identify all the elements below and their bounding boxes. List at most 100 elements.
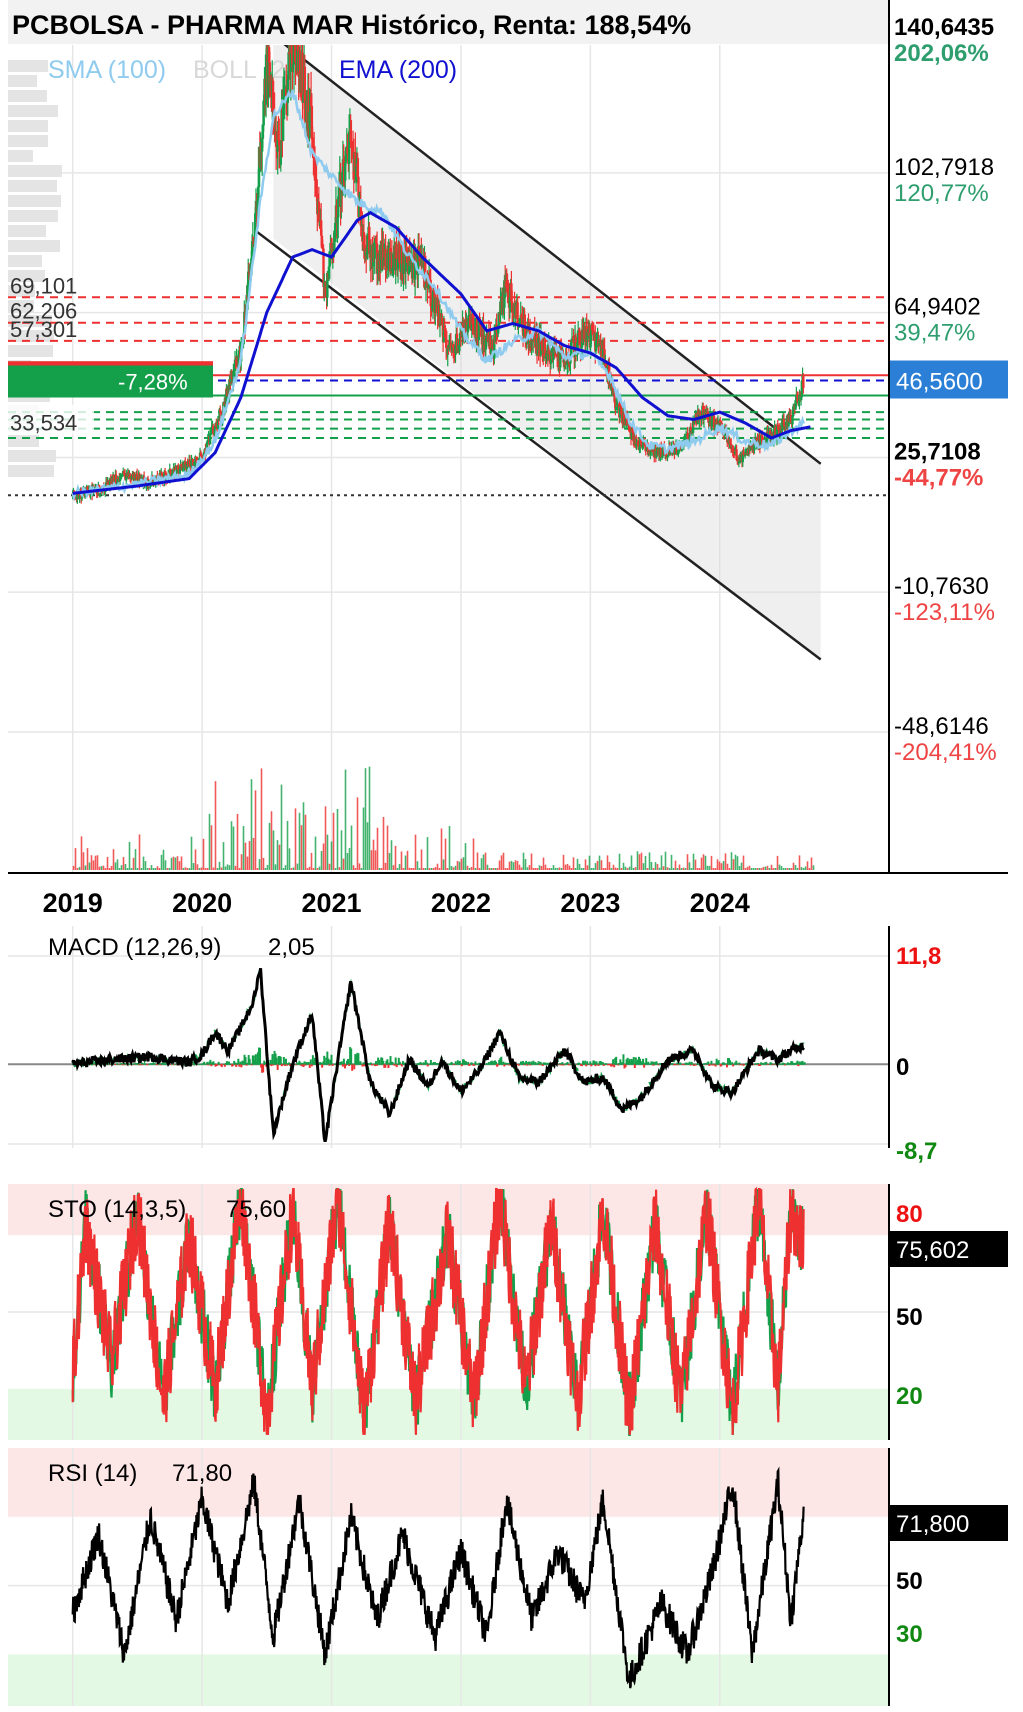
macd-zero-label: 0 [896,1054,909,1081]
volume-bar [186,868,189,870]
candle-body [791,416,794,425]
volume-bar [586,865,589,870]
volume-bar [692,853,695,870]
axis-price-label: -48,6146 [894,713,989,740]
volume-bar [414,834,417,870]
volume-bar [292,867,295,870]
volume-bar [434,867,437,870]
sto-20-label: 20 [896,1383,923,1410]
macd-histogram-bar [321,1064,324,1068]
macd-histogram-bar [276,1064,279,1070]
candle-body [802,375,805,389]
volume-bar [600,860,603,870]
volume-bar [216,868,219,870]
volume-bar [518,864,521,870]
candle-body [271,80,275,112]
volume-bar [396,868,399,870]
macd-histogram-bar [248,1058,251,1065]
volume-bar [430,868,433,870]
volume-bar [92,860,95,870]
volume-bar [752,868,755,870]
volume-bar [756,868,759,870]
volume-bar [446,868,449,870]
volume-bar [322,843,325,870]
volume-bar [744,868,747,870]
volume-bar [736,856,739,870]
macd-histogram-bar [796,1060,799,1065]
volume-bar [438,868,441,870]
volume-bar [342,858,345,870]
volume-bar [558,867,561,870]
volume-bar [188,868,191,870]
sto-value: 75,60 [226,1196,286,1223]
volume-bar [490,868,493,870]
macd-histogram-bar [375,1061,378,1065]
x-tick-label: 2019 [43,888,103,918]
volume-bar [410,868,413,870]
volume-bar [584,859,587,870]
volume-profile-bar [8,345,53,357]
volume-bar [648,852,651,870]
volume-bar [512,862,515,870]
macd-histogram-bar [279,1056,282,1065]
volume-bar [468,868,471,870]
volume-bar [358,863,361,870]
volume-bar [476,852,479,870]
volume-bar [734,854,737,870]
volume-bar [592,868,595,870]
volume-bar [330,841,333,870]
macd-histogram-bar [209,1059,212,1065]
volume-bar [214,781,217,870]
volume-bar [798,855,801,870]
volume-bar [102,865,105,870]
volume-bar [612,864,615,870]
volume-bar [640,852,643,870]
volume-bar [538,865,541,870]
volume-bar [98,866,101,870]
volume-bar [562,854,565,870]
macd-histogram-bar [593,1060,596,1065]
volume-bar [786,868,789,870]
volume-profile-bar [8,135,48,147]
volume-bar [578,863,581,870]
volume-bar [510,860,513,870]
volume-bar [256,868,259,870]
x-tick-label: 2020 [172,888,232,918]
macd-histogram-bar [350,1048,353,1065]
volume-bar [94,855,97,870]
main-panel: PCBOLSA - PHARMA MAR Histórico, Renta: 1… [8,0,1008,918]
macd-histogram-bar [622,1054,625,1065]
volume-bar [516,860,519,870]
axis-pct-label: 120,77% [894,180,989,207]
volume-bar [370,850,373,870]
volume-bar [470,866,473,870]
volume-profile-bar [8,90,47,102]
volume-bar [548,868,551,870]
volume-bar [662,866,665,870]
volume-bar [778,864,781,870]
volume-bar [590,868,593,870]
volume-bar [378,868,381,870]
volume-bar [694,859,697,870]
volume-bar [432,868,435,870]
macd-histogram-bar [584,1060,587,1065]
volume-bar [262,857,265,870]
volume-bar [136,868,139,870]
volume-bar [606,855,609,870]
volume-bar [636,851,639,870]
volume-bar [638,854,641,870]
axis-pct-label: -123,11% [894,599,995,626]
volume-bar [566,863,569,870]
volume-bar [686,854,689,870]
macd-histogram-bar [347,1058,350,1065]
volume-bar [436,863,439,870]
volume-bar [788,868,791,870]
x-tick-label: 2023 [560,888,620,918]
chart-title: PCBOLSA - PHARMA MAR Histórico, Renta: 1… [12,10,691,40]
volume-bar [442,859,445,870]
volume-bar [426,837,429,870]
volume-bar [314,836,317,870]
volume-bar [120,865,123,870]
volume-bar [402,868,405,870]
volume-profile-bar [8,120,48,132]
